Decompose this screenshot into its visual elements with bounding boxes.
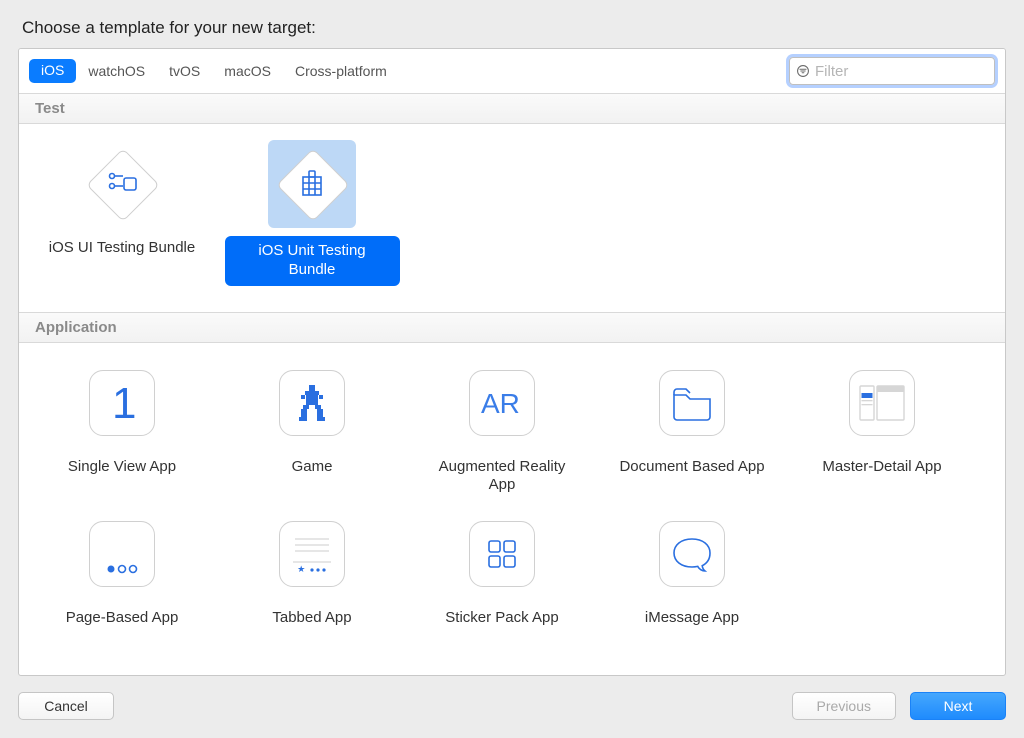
section-body-application: 1 Single View App xyxy=(19,343,1005,657)
tab-ios[interactable]: iOS xyxy=(29,59,76,83)
template-label: Sticker Pack App xyxy=(435,606,568,631)
ar-icon: AR xyxy=(469,370,535,436)
template-tabbed-app[interactable]: Tabbed App xyxy=(217,510,407,631)
dialog-footer: Cancel Previous Next xyxy=(18,676,1006,738)
template-single-view-app[interactable]: 1 Single View App xyxy=(27,359,217,499)
template-panel: iOS watchOS tvOS macOS Cross-platform Te… xyxy=(18,48,1006,676)
tab-macos[interactable]: macOS xyxy=(212,59,283,83)
master-detail-icon xyxy=(849,370,915,436)
tab-watchos[interactable]: watchOS xyxy=(76,59,157,83)
template-imessage-app[interactable]: iMessage App xyxy=(597,510,787,631)
cancel-button[interactable]: Cancel xyxy=(18,692,114,720)
svg-text:AR: AR xyxy=(481,388,520,419)
previous-button: Previous xyxy=(792,692,896,720)
dialog-title: Choose a template for your new target: xyxy=(22,18,1006,38)
filter-icon xyxy=(796,64,810,78)
single-view-icon: 1 xyxy=(89,370,155,436)
imessage-icon xyxy=(659,521,725,587)
section-header-application: Application xyxy=(19,312,1005,343)
template-label: iOS Unit Testing Bundle xyxy=(225,236,400,286)
template-ios-unit-testing-bundle[interactable]: iOS Unit Testing Bundle xyxy=(217,140,407,286)
tab-cross-platform[interactable]: Cross-platform xyxy=(283,59,399,83)
template-document-based-app[interactable]: Document Based App xyxy=(597,359,787,499)
section-body-test: iOS UI Testing Bundle xyxy=(19,124,1005,312)
filter-input[interactable] xyxy=(815,63,988,80)
template-label: Page-Based App xyxy=(56,606,189,631)
template-label: Game xyxy=(282,455,343,480)
unit-testing-icon xyxy=(275,147,349,221)
game-icon xyxy=(279,370,345,436)
template-label: Augmented Reality App xyxy=(415,455,590,499)
svg-text:1: 1 xyxy=(112,380,136,426)
filter-field[interactable] xyxy=(789,57,995,85)
platform-tabbar: iOS watchOS tvOS macOS Cross-platform xyxy=(19,49,1005,93)
template-page-based-app[interactable]: Page-Based App xyxy=(27,510,217,631)
template-label: Single View App xyxy=(58,455,186,480)
template-label: iMessage App xyxy=(635,606,749,631)
template-label: Document Based App xyxy=(609,455,774,480)
tab-tvos[interactable]: tvOS xyxy=(157,59,212,83)
ui-testing-icon xyxy=(85,147,159,221)
template-master-detail-app[interactable]: Master-Detail App xyxy=(787,359,977,499)
section-header-test: Test xyxy=(19,93,1005,124)
tabbed-icon xyxy=(279,521,345,587)
document-icon xyxy=(659,370,725,436)
next-button[interactable]: Next xyxy=(910,692,1006,720)
template-sticker-pack-app[interactable]: Sticker Pack App xyxy=(407,510,597,631)
template-augmented-reality-app[interactable]: AR Augmented Reality App xyxy=(407,359,597,499)
page-based-icon xyxy=(89,521,155,587)
template-label: Master-Detail App xyxy=(812,455,951,480)
template-game[interactable]: Game xyxy=(217,359,407,499)
template-label: Tabbed App xyxy=(262,606,361,631)
sticker-pack-icon xyxy=(469,521,535,587)
template-ios-ui-testing-bundle[interactable]: iOS UI Testing Bundle xyxy=(27,140,217,286)
template-label: iOS UI Testing Bundle xyxy=(39,236,205,261)
